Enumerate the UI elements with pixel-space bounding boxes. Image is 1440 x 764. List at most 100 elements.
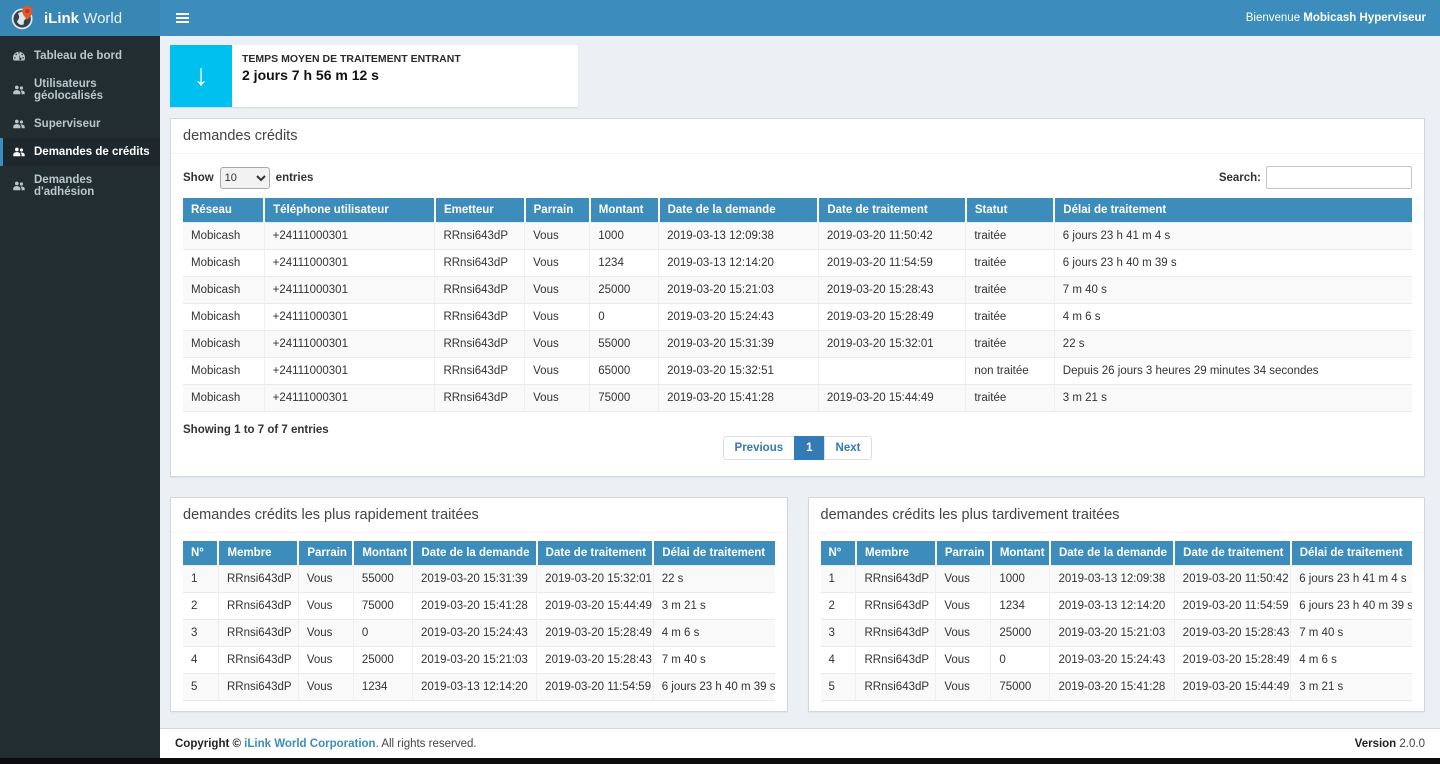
fastest-credits-table: N°MembreParrainMontantDate de la demande… — [183, 541, 775, 701]
latest-credits-table: N°MembreParrainMontantDate de la demande… — [821, 541, 1413, 701]
column-header[interactable]: Parrain — [525, 198, 590, 223]
cell: 0 — [353, 620, 412, 647]
column-header[interactable]: Délai de traitement — [1291, 541, 1412, 566]
column-header[interactable]: Montant — [590, 198, 659, 223]
latest-panel-header: demandes crédits les plus tardivement tr… — [809, 498, 1425, 533]
column-header[interactable]: Emetteur — [435, 198, 525, 223]
cell: 2019-03-20 11:54:59 — [818, 250, 965, 277]
cell: 6 jours 23 h 40 m 39 s — [1291, 593, 1412, 620]
company-link[interactable]: iLink World Corporation — [244, 738, 375, 750]
page-length-control: Show 10 entries — [183, 167, 313, 189]
cell: Depuis 26 jours 3 heures 29 minutes 34 s… — [1054, 358, 1412, 385]
cell: 2019-03-20 15:21:03 — [412, 647, 536, 674]
brand[interactable]: iLink World — [0, 0, 160, 36]
column-header[interactable]: Parrain — [936, 541, 991, 566]
sidebar-item-label: Superviseur — [34, 118, 100, 130]
table-header-row: N°MembreParrainMontantDate de la demande… — [821, 541, 1413, 566]
cell: 25000 — [991, 620, 1050, 647]
cell: 2019-03-20 15:28:49 — [818, 304, 965, 331]
column-header[interactable]: Membre — [218, 541, 298, 566]
column-header[interactable]: Montant — [353, 541, 412, 566]
cell: traitée — [966, 223, 1054, 250]
cell: Mobicash — [183, 304, 264, 331]
cell: 2019-03-20 15:21:03 — [1050, 620, 1174, 647]
pagination-previous-button[interactable]: Previous — [723, 436, 796, 460]
cell: non traitée — [966, 358, 1054, 385]
column-header[interactable]: N° — [821, 541, 856, 566]
column-header[interactable]: Date de traitement — [1174, 541, 1291, 566]
fastest-panel-header: demandes crédits les plus rapidement tra… — [171, 498, 787, 533]
column-header[interactable]: Montant — [991, 541, 1050, 566]
column-header[interactable]: Membre — [856, 541, 936, 566]
pagination-page-1-button[interactable]: 1 — [794, 436, 824, 460]
panel-title: demandes crédits les plus rapidement tra… — [183, 507, 479, 523]
cell: 0 — [590, 304, 659, 331]
cell: 6 jours 23 h 41 m 4 s — [1291, 566, 1412, 593]
column-header[interactable]: Délai de traitement — [1054, 198, 1412, 223]
cell: 1000 — [991, 566, 1050, 593]
cell: 2019-03-20 15:41:28 — [659, 385, 819, 412]
version-text: Version 2.0.0 — [1355, 738, 1425, 750]
cell: Vous — [936, 674, 991, 701]
cell: 75000 — [353, 593, 412, 620]
cell: RRnsi643dP — [856, 674, 936, 701]
info-box-value: 2 jours 7 h 56 m 12 s — [242, 67, 461, 83]
menu-bars-icon[interactable] — [160, 0, 204, 36]
entries-label: entries — [276, 172, 314, 184]
cell: traitée — [966, 331, 1054, 358]
column-header[interactable]: Statut — [966, 198, 1054, 223]
cell: RRnsi643dP — [435, 331, 525, 358]
credits-panel: demandes crédits Show 10 entries Search: — [170, 118, 1425, 477]
cell: 7 m 40 s — [653, 647, 774, 674]
column-header[interactable]: Date de la demande — [659, 198, 819, 223]
cell: RRnsi643dP — [856, 647, 936, 674]
column-header[interactable]: Téléphone utilisateur — [264, 198, 435, 223]
cell: Mobicash — [183, 358, 264, 385]
cell: +24111000301 — [264, 250, 435, 277]
sidebar-item-tableau-de-bord[interactable]: Tableau de bord — [0, 42, 160, 70]
cell: 25000 — [353, 647, 412, 674]
column-header[interactable]: Date de traitement — [818, 198, 965, 223]
cell: Vous — [525, 331, 590, 358]
cell: 2019-03-20 15:44:49 — [1174, 674, 1291, 701]
column-header[interactable]: Délai de traitement — [653, 541, 774, 566]
cell: 5 — [183, 674, 218, 701]
fastest-panel-body: N°MembreParrainMontantDate de la demande… — [171, 533, 787, 711]
page-length-select[interactable]: 10 — [220, 167, 270, 189]
cell: 2019-03-20 15:44:49 — [537, 593, 654, 620]
credits-table: RéseauTéléphone utilisateurEmetteurParra… — [183, 198, 1412, 412]
cell: 2019-03-20 15:28:43 — [818, 277, 965, 304]
cell: 2019-03-20 11:50:42 — [1174, 566, 1291, 593]
cell: 4 m 6 s — [1291, 647, 1412, 674]
cell: RRnsi643dP — [218, 674, 298, 701]
search-input[interactable] — [1266, 166, 1412, 189]
cell: 1234 — [991, 593, 1050, 620]
sidebar-item-label: Demandes d'adhésion — [34, 174, 151, 198]
cell: Vous — [298, 593, 353, 620]
column-header[interactable]: Parrain — [298, 541, 353, 566]
app-title: iLink World — [44, 10, 122, 27]
column-header[interactable]: Date de la demande — [1050, 541, 1174, 566]
cell: Mobicash — [183, 385, 264, 412]
cell: RRnsi643dP — [435, 250, 525, 277]
sidebar-item-demandes-de-credits[interactable]: Demandes de crédits — [0, 138, 160, 166]
footer: Copyright © iLink World Corporation. All… — [160, 728, 1440, 758]
cell: RRnsi643dP — [856, 566, 936, 593]
pagination: Previous 1 Next — [183, 422, 1412, 460]
table-row: 1RRnsi643dPVous550002019-03-20 15:31:392… — [183, 566, 775, 593]
cell: traitée — [966, 250, 1054, 277]
column-header[interactable]: Date de traitement — [537, 541, 654, 566]
column-header[interactable]: Date de la demande — [412, 541, 536, 566]
table-row: 1RRnsi643dPVous10002019-03-13 12:09:3820… — [821, 566, 1413, 593]
table-header-row: N°MembreParrainMontantDate de la demande… — [183, 541, 775, 566]
pagination-next-button[interactable]: Next — [824, 436, 873, 460]
users-icon — [12, 84, 26, 96]
cell: 1234 — [590, 250, 659, 277]
column-header[interactable]: N° — [183, 541, 218, 566]
sidebar-item-demandes-adhesion[interactable]: Demandes d'adhésion — [0, 166, 160, 206]
main-content: ↓ TEMPS MOYEN DE TRAITEMENT ENTRANT 2 jo… — [160, 36, 1440, 728]
column-header[interactable]: Réseau — [183, 198, 264, 223]
arrow-down-icon: ↓ — [170, 45, 232, 107]
sidebar-item-utilisateurs-geolocalises[interactable]: Utilisateurs géolocalisés — [0, 70, 160, 110]
sidebar-item-superviseur[interactable]: Superviseur — [0, 110, 160, 138]
